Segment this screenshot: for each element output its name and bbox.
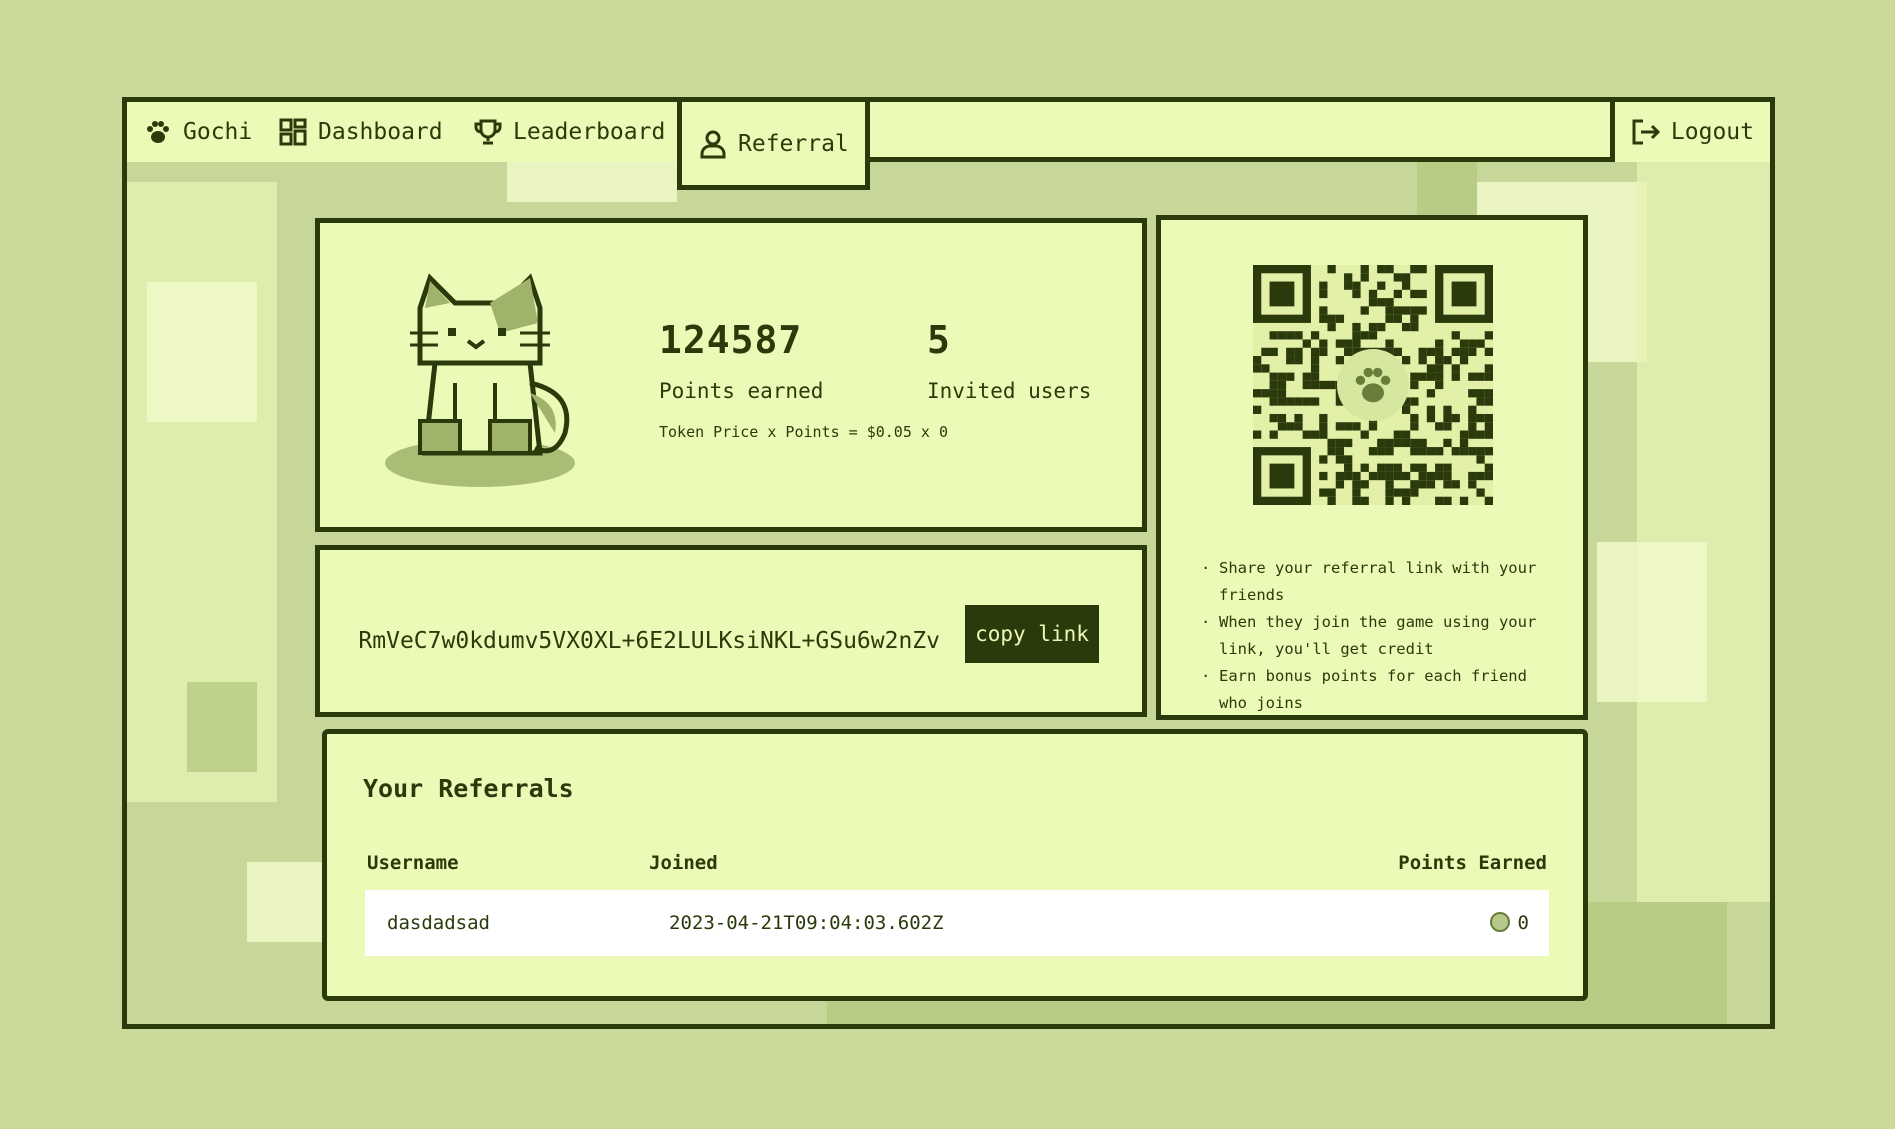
trophy-icon [473,117,503,147]
coin-icon [1489,912,1510,932]
cat-mascot-image [385,273,575,487]
token-price-note: Token Price x Points = $0.05 x 0 [659,423,948,441]
cell-points: 0 [1489,912,1529,934]
points-label: Points earned [659,379,824,403]
tip-item: When they join the game using your link,… [1201,609,1561,663]
logout-label: Logout [1670,119,1754,145]
tip-item: Share your referral link with your frien… [1201,555,1561,609]
referral-link-panel: 39RmVeC7w0kdumv5VX0XL+6E2LULKsiNKL+GSu6w… [315,545,1147,717]
referral-tips-list: Share your referral link with your frien… [1201,555,1561,717]
tip-item: Earn bonus points for each friend who jo… [1201,663,1561,717]
tab-label: Leaderboard [513,119,666,145]
tab-leaderboard[interactable]: Leaderboard [457,102,687,162]
tab-referral[interactable]: Referral [677,102,870,190]
invited-value: 5 [927,318,951,362]
tab-label: Dashboard [318,119,443,145]
paw-icon [1337,349,1409,421]
copy-link-button[interactable]: copy link [965,605,1099,663]
referral-qr-code [1253,265,1493,505]
referral-link-text[interactable]: 39RmVeC7w0kdumv5VX0XL+6E2LULKsiNKL+GSu6w… [360,628,940,654]
column-header-username: Username [367,852,459,874]
paw-icon [143,117,173,147]
tab-dashboard[interactable]: Dashboard [262,102,464,162]
column-header-points: Points Earned [1398,852,1547,874]
tab-label: Gochi [183,119,253,145]
grid-icon [278,117,308,147]
referrals-panel: Your Referrals Username Joined Points Ea… [322,729,1588,1001]
logout-button[interactable]: Logout [1609,102,1770,162]
table-row: dasdadsad 2023-04-21T09:04:03.602Z 0 [365,890,1549,956]
stats-panel: 124587 Points earned 5 Invited users Tok… [315,218,1147,532]
cell-username: dasdadsad [387,912,490,934]
tab-label: Referral [738,130,849,157]
cell-joined: 2023-04-21T09:04:03.602Z [669,912,944,934]
points-value: 124587 [659,318,803,362]
logout-icon [1631,117,1661,147]
table-header: Username Joined Points Earned [367,852,1547,876]
user-icon [698,129,728,159]
invited-label: Invited users [927,379,1092,403]
cell-points-value: 0 [1517,912,1529,934]
column-header-joined: Joined [649,852,718,874]
tab-gochi[interactable]: Gochi [127,102,274,162]
qr-panel: Share your referral link with your frien… [1156,215,1588,720]
referrals-title: Your Referrals [363,774,574,803]
app-window: Gochi Dashboard Leaderboard Referral Log… [122,97,1775,1029]
